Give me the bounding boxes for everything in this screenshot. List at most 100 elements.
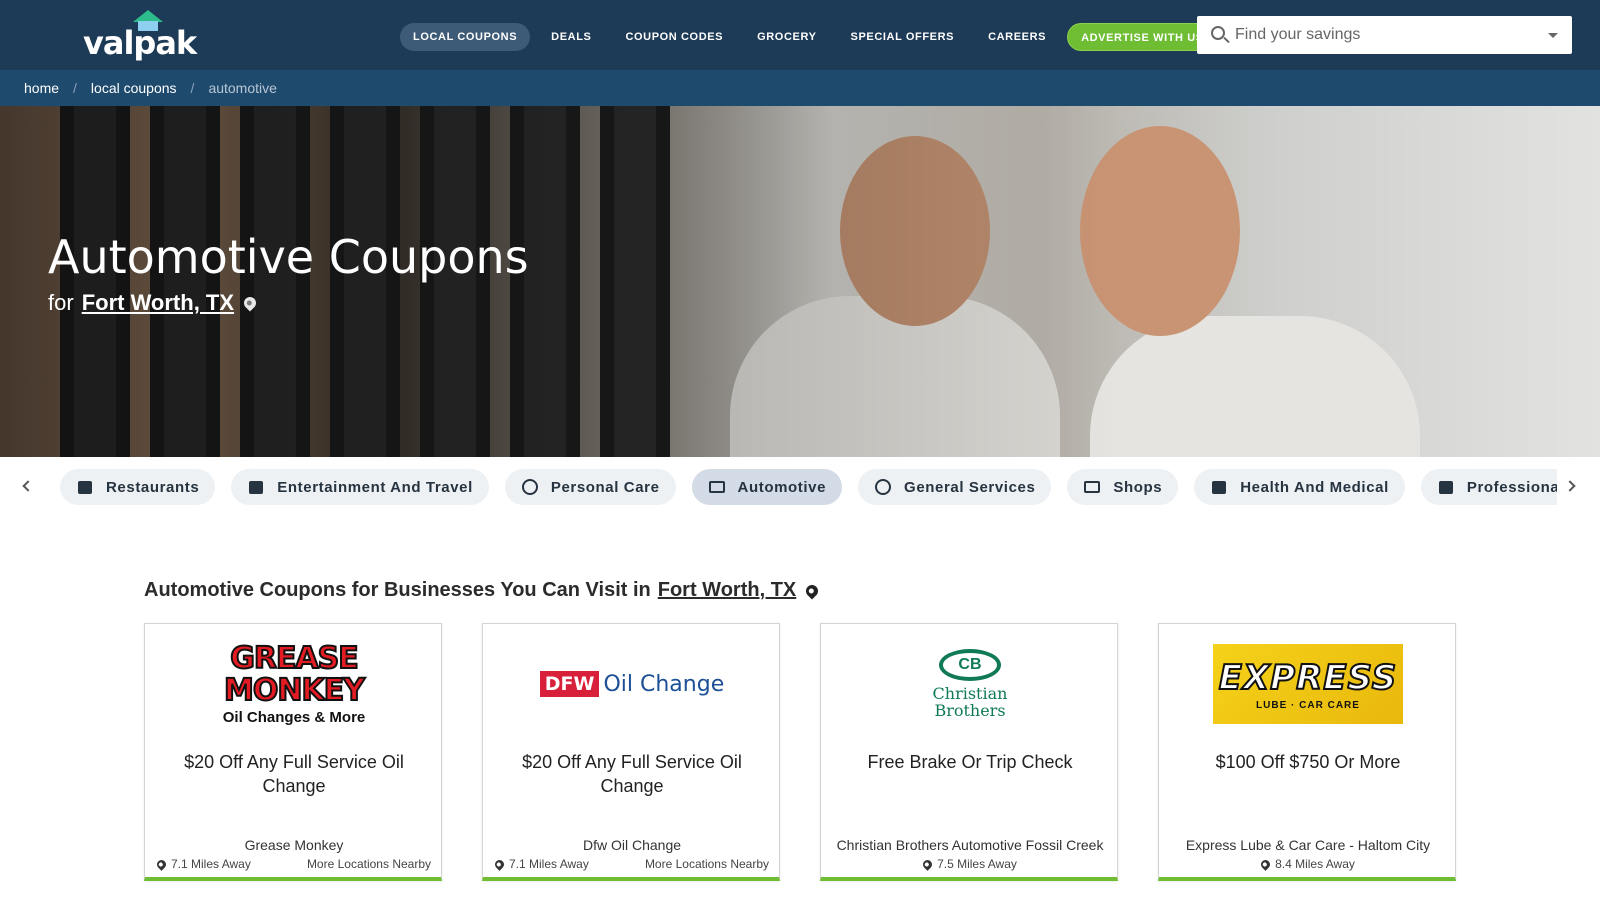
category-bar: Restaurants Entertainment And Travel Per… xyxy=(0,457,1600,517)
coupon-card-express-lube[interactable]: EXPRESS LUBE · CAR CARE $100 Off $750 Or… xyxy=(1158,623,1456,881)
logo-text: Oil Change xyxy=(603,671,725,697)
distance: 7.1 Miles Away xyxy=(155,857,251,871)
more-locations-link[interactable]: More Locations Nearby xyxy=(307,857,431,871)
hero-banner: Automotive Coupons for Fort Worth, TX xyxy=(0,106,1600,457)
valpak-logo[interactable]: valpak xyxy=(83,8,203,62)
gavel-icon-shape xyxy=(1438,481,1453,494)
category-chip-automotive[interactable]: Automotive xyxy=(691,469,843,505)
location-pin-icon xyxy=(1259,857,1272,871)
category-chip-label: Shops xyxy=(1113,478,1163,496)
business-name: Dfw Oil Change xyxy=(582,837,682,853)
coupon-offer: $100 Off $750 Or More xyxy=(1215,752,1401,772)
category-chip-label: Professional Services xyxy=(1466,478,1557,496)
advertise-with-us-button[interactable]: ADVERTISE WITH US xyxy=(1067,23,1218,51)
card-meta: 7.1 Miles Away More Locations Nearby xyxy=(493,857,769,871)
restaurant-icon xyxy=(76,479,94,495)
category-chip-professional-services[interactable]: Professional Services xyxy=(1420,469,1557,505)
business-name: Express Lube & Car Care - Haltom City xyxy=(1185,837,1431,853)
hero-location-link[interactable]: Fort Worth, TX xyxy=(82,290,234,316)
category-chip-label: Entertainment And Travel xyxy=(277,478,473,496)
card-meta: 7.1 Miles Away More Locations Nearby xyxy=(155,857,431,871)
category-chip-general-services[interactable]: General Services xyxy=(858,469,1052,505)
grease-monkey-logo: GREASE MONKEY Oil Changes & More xyxy=(222,640,366,726)
coupon-card-christian-brothers[interactable]: CB Christian Brothers Free Brake Or Trip… xyxy=(820,623,1118,881)
business-logo: GREASE MONKEY Oil Changes & More xyxy=(145,636,443,732)
breadcrumb: home / local coupons / automotive xyxy=(0,70,1600,106)
car-icon xyxy=(708,479,726,495)
gavel-icon xyxy=(1437,479,1455,495)
services-icon-shape xyxy=(875,479,892,495)
distance-text: 7.5 Miles Away xyxy=(937,857,1017,871)
listings-location-link[interactable]: Fort Worth, TX xyxy=(658,579,797,602)
search-input[interactable] xyxy=(1235,16,1535,54)
logo-text: MONKEY xyxy=(223,672,366,708)
hero-location-line: for Fort Worth, TX xyxy=(48,290,259,316)
store-icon xyxy=(1083,479,1101,495)
business-logo: DFW Oil Change xyxy=(483,636,781,732)
category-chip-label: Health And Medical xyxy=(1240,478,1389,496)
coupon-offer: $20 Off Any Full Service Oil Change xyxy=(522,752,742,796)
logo-text: GREASE xyxy=(229,640,360,676)
logo-text: valpak xyxy=(83,24,197,62)
distance: 8.4 Miles Away xyxy=(1259,857,1355,871)
logo-tagline: Oil Changes & More xyxy=(222,708,366,726)
category-scroll-right-button[interactable] xyxy=(1563,477,1583,497)
business-name: Grease Monkey xyxy=(244,837,344,853)
express-lube-logo: EXPRESS LUBE · CAR CARE xyxy=(1213,644,1403,724)
nav-deals[interactable]: DEALS xyxy=(538,23,604,51)
page-title: Automotive Coupons xyxy=(48,230,529,284)
business-name: Christian Brothers Automotive Fossil Cre… xyxy=(836,837,1104,853)
category-chip-restaurants[interactable]: Restaurants xyxy=(60,469,216,505)
distance-text: 7.1 Miles Away xyxy=(509,857,589,871)
search-icon xyxy=(1211,26,1225,40)
more-locations-link[interactable]: More Locations Nearby xyxy=(645,857,769,871)
dfw-oil-change-logo: DFW Oil Change xyxy=(539,671,725,697)
nav-local-coupons[interactable]: LOCAL COUPONS xyxy=(400,23,531,51)
distance-text: 7.1 Miles Away xyxy=(171,857,251,871)
coupon-offer: Free Brake Or Trip Check xyxy=(867,752,1073,772)
face-icon-shape xyxy=(521,479,538,495)
coupon-card-grease-monkey[interactable]: GREASE MONKEY Oil Changes & More $20 Off… xyxy=(144,623,442,881)
medical-icon xyxy=(1210,479,1228,495)
distance-text: 8.4 Miles Away xyxy=(1275,857,1355,871)
location-pin-icon[interactable] xyxy=(803,582,821,599)
medical-icon-shape xyxy=(1212,481,1227,494)
logo-tagline: LUBE · CAR CARE xyxy=(1256,699,1360,711)
chevron-down-icon[interactable] xyxy=(1548,33,1558,38)
category-chip-shops[interactable]: Shops xyxy=(1067,469,1179,505)
breadcrumb-separator: / xyxy=(190,80,195,96)
category-scroll-left-button[interactable] xyxy=(18,477,38,497)
location-pin-icon xyxy=(155,857,168,871)
breadcrumb-separator: / xyxy=(73,80,77,96)
category-chip-entertainment-and-travel[interactable]: Entertainment And Travel xyxy=(231,469,489,505)
nav-special-offers[interactable]: SPECIAL OFFERS xyxy=(838,23,968,51)
category-chip-label: Automotive xyxy=(737,478,827,496)
ticket-icon-shape xyxy=(249,481,264,494)
business-logo: CB Christian Brothers xyxy=(821,636,1119,732)
category-chip-label: Restaurants xyxy=(106,478,200,496)
chevron-right-icon xyxy=(1564,480,1576,492)
logo-badge: DFW xyxy=(539,671,600,697)
logo-text: EXPRESS xyxy=(1218,657,1398,699)
coupon-offer: $20 Off Any Full Service Oil Change xyxy=(184,752,404,796)
breadcrumb-local-coupons[interactable]: local coupons xyxy=(91,80,177,96)
search-box xyxy=(1197,16,1572,54)
services-icon xyxy=(874,479,892,495)
car-icon-shape xyxy=(708,481,725,493)
nav-grocery[interactable]: GROCERY xyxy=(744,23,829,51)
breadcrumb-home[interactable]: home xyxy=(24,80,59,96)
coupon-card-dfw-oil-change[interactable]: DFW Oil Change $20 Off Any Full Service … xyxy=(482,623,780,881)
category-chip-personal-care[interactable]: Personal Care xyxy=(504,469,676,505)
category-chip-label: Personal Care xyxy=(550,478,660,496)
location-pin-icon[interactable] xyxy=(241,294,259,312)
nav-coupon-codes[interactable]: COUPON CODES xyxy=(612,23,736,51)
listings-heading: Automotive Coupons for Businesses You Ca… xyxy=(144,579,821,602)
nav-careers[interactable]: CAREERS xyxy=(975,23,1059,51)
location-pin-icon xyxy=(493,857,506,871)
location-pin-icon xyxy=(921,857,934,871)
ticket-icon xyxy=(247,479,265,495)
category-chip-health-and-medical[interactable]: Health And Medical xyxy=(1194,469,1405,505)
category-chip-list: Restaurants Entertainment And Travel Per… xyxy=(60,469,1557,505)
christian-brothers-logo: CB Christian Brothers xyxy=(933,649,1007,719)
store-icon-shape xyxy=(1084,481,1101,493)
